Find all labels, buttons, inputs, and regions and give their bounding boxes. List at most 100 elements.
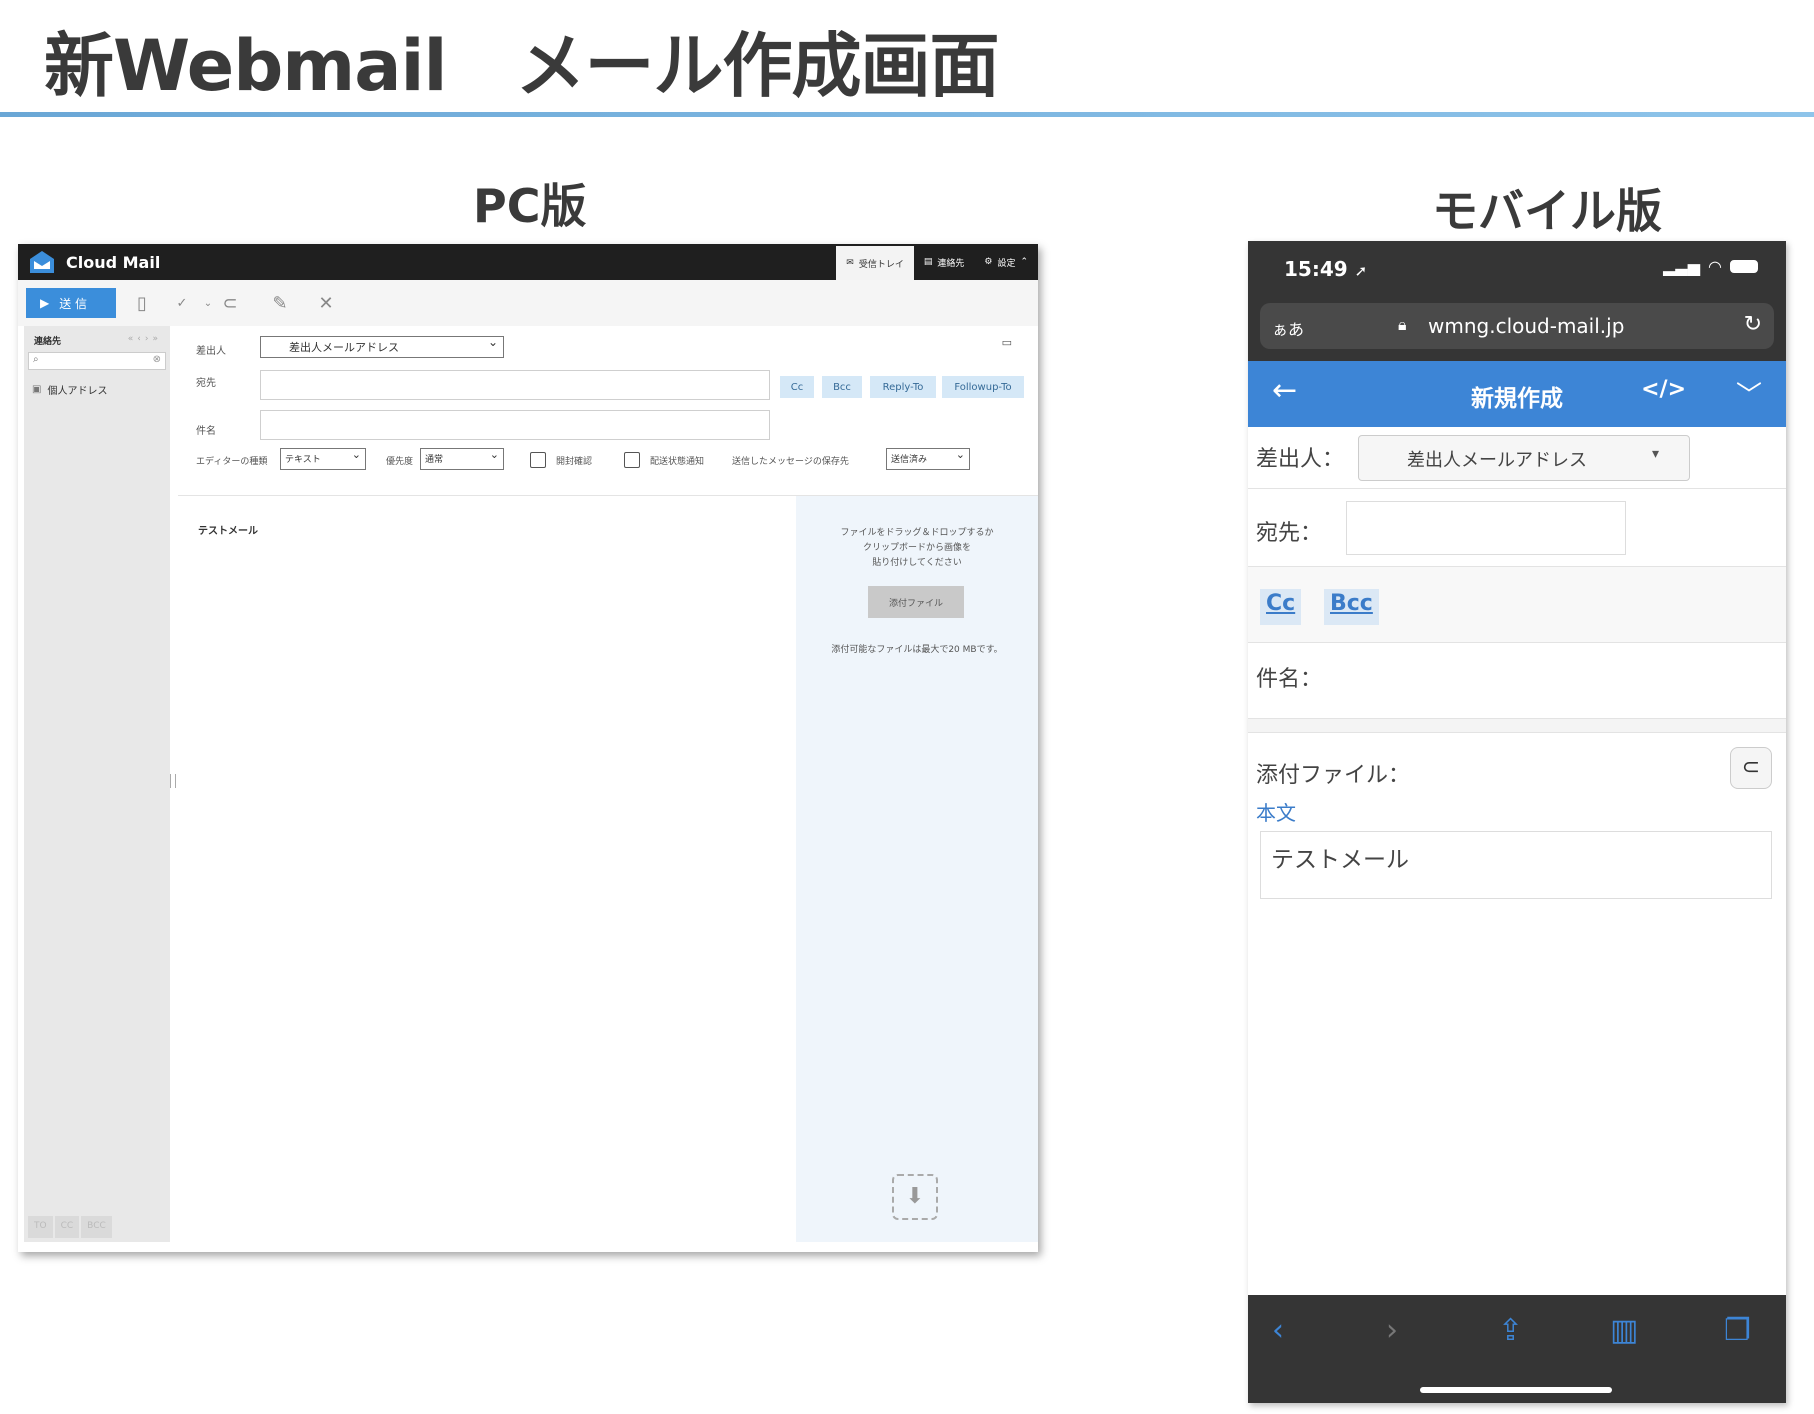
app-title: 新規作成 [1471, 386, 1563, 412]
slide: 新Webmail メール作成画面 PC版 モバイル版 Cloud Mail ✉ … [0, 0, 1814, 1414]
splitter-handle[interactable] [170, 774, 176, 788]
reload-icon[interactable]: ↻ [1744, 312, 1762, 337]
lock-icon: 🔒︎ [1398, 315, 1407, 334]
status-icons: ▂▃▅ ◠ [1663, 257, 1758, 276]
priority-label: 優先度 [386, 457, 414, 467]
body-textarea[interactable]: テストメール [1260, 831, 1772, 899]
gear-icon: ⚙ [984, 257, 993, 267]
address-bar[interactable]: ぁあ 🔒︎ wmng.cloud-mail.jp ↻ [1260, 303, 1774, 349]
send-icon: ▶ [40, 296, 50, 310]
sidebar-item-label: 個人アドレス [47, 386, 108, 397]
to-label: 宛先 [196, 378, 216, 389]
tab-cc[interactable]: CC [54, 1216, 80, 1238]
to-input[interactable] [1346, 501, 1626, 555]
delivery-notice-checkbox[interactable] [624, 452, 640, 468]
search-icon: ⌕ [33, 354, 39, 365]
pc-topbar: Cloud Mail ✉ 受信トレイ ▤ 連絡先 ⚙ 設定 ⌃ [18, 244, 1038, 280]
attach-hint: ファイルをドラッグ＆ドロップするか クリップボードから画像を 貼り付けしてくださ… [796, 526, 1038, 571]
from-select[interactable]: 差出人メールアドレス [260, 335, 504, 358]
bookmarks-icon[interactable]: ▥ [1610, 1313, 1638, 1348]
from-select[interactable]: 差出人メールアドレス [1358, 435, 1690, 481]
cc-button[interactable]: Cc [1260, 589, 1302, 625]
top-tabs: ✉ 受信トレイ ▤ 連絡先 ⚙ 設定 ⌃ [836, 244, 1038, 280]
from-label: 差出人： [1256, 447, 1345, 472]
cc-button[interactable]: Cc [780, 376, 814, 398]
bcc-button[interactable]: Bcc [1324, 589, 1379, 625]
subject-label: 件名 [196, 426, 216, 437]
send-button[interactable]: ▶ 送 信 [26, 288, 116, 318]
mobile-section-label: モバイル版 [1432, 184, 1662, 238]
subject-row[interactable]: 件名： [1248, 643, 1786, 719]
text-size-button[interactable]: ぁあ [1272, 316, 1304, 340]
priority-select[interactable]: 通常 [420, 448, 504, 470]
paperclip-icon[interactable]: ⊂ [1730, 747, 1772, 789]
tab-settings[interactable]: ⚙ 設定 ⌃ [974, 244, 1038, 280]
code-icon[interactable]: </> [1641, 377, 1686, 402]
clear-icon[interactable]: ⊗ [153, 354, 161, 365]
chevron-up-icon[interactable]: ⌃ [1020, 257, 1028, 267]
download-drop-icon: ⬇ [892, 1174, 938, 1220]
draft-icon[interactable]: ▯ [130, 292, 154, 316]
recipient-type-tabs: TO CC BCC [24, 1212, 170, 1242]
close-icon[interactable]: ✕ [314, 292, 338, 316]
contact-search-input[interactable]: ⌕ ⊗ [28, 352, 166, 370]
subject-input[interactable] [260, 410, 770, 440]
pc-section-label: PC版 [473, 179, 587, 233]
editor-type-label: エディターの種類 [196, 457, 268, 467]
attachment-row: 添付ファイル： ⊂ [1248, 733, 1786, 797]
tab-bcc[interactable]: BCC [81, 1216, 112, 1238]
compose-header-form: 差出人 差出人メールアドレス ▭ 宛先 Cc Bcc Reply-To Foll… [178, 326, 1038, 496]
tabs-icon[interactable]: ❐ [1724, 1313, 1751, 1348]
read-receipt-checkbox[interactable] [530, 452, 546, 468]
sidebar-pager[interactable]: «‹›» [128, 334, 162, 344]
cloud-mail-logo-icon [30, 251, 54, 273]
spellcheck-icon[interactable]: ✓ [170, 292, 194, 316]
signature-icon[interactable]: ✎ [268, 292, 292, 316]
browser-urlbar-area: ぁあ 🔒︎ wmng.cloud-mail.jp ↻ [1248, 297, 1786, 361]
from-label: 差出人 [196, 346, 226, 357]
attach-limit-text: 添付可能なファイルは最大で20 MBです。 [831, 645, 1003, 655]
share-icon[interactable]: ⇪ [1498, 1313, 1523, 1348]
home-indicator [1420, 1387, 1612, 1393]
url-text: wmng.cloud-mail.jp [1428, 314, 1625, 338]
chevron-down-icon[interactable]: ⌄ [196, 292, 220, 316]
status-time-text: 15:49 [1284, 257, 1348, 281]
title-rule [0, 112, 1814, 117]
tab-contacts-label: 連絡先 [937, 258, 965, 269]
editor-type-select[interactable]: テキスト [280, 448, 366, 470]
chevron-down-icon[interactable]: ﹀ [1736, 375, 1762, 412]
tab-to[interactable]: TO [28, 1216, 53, 1238]
divider [1248, 719, 1786, 733]
reply-to-button[interactable]: Reply-To [870, 376, 936, 398]
attach-hint-line: クリップボードから画像を [862, 543, 971, 553]
save-folder-select[interactable]: 送信済み [886, 448, 970, 470]
tab-contacts[interactable]: ▤ 連絡先 [914, 244, 975, 280]
tab-inbox-label: 受信トレイ [858, 259, 904, 270]
attachment-drop-pane[interactable]: ファイルをドラッグ＆ドロップするか クリップボードから画像を 貼り付けしてくださ… [796, 496, 1038, 1242]
bcc-button[interactable]: Bcc [822, 376, 862, 398]
message-body-editor[interactable]: テストメール [178, 496, 796, 1242]
attach-file-button[interactable]: 添付ファイル [868, 586, 964, 618]
tab-inbox[interactable]: ✉ 受信トレイ [836, 244, 914, 280]
read-receipt-label: 開封確認 [556, 457, 593, 467]
paperclip-icon[interactable]: ⊂ [218, 292, 242, 316]
subject-label: 件名： [1256, 667, 1323, 692]
tab-settings-label: 設定 [997, 258, 1016, 269]
wifi-icon: ◠ [1708, 257, 1722, 276]
battery-icon [1730, 260, 1758, 273]
back-icon[interactable]: ‹ [1272, 1313, 1284, 1348]
browser-bottom-bar: ‹ › ⇪ ▥ ❐ [1248, 1295, 1786, 1403]
app-name: Cloud Mail [66, 253, 161, 272]
followup-to-button[interactable]: Followup-To [942, 376, 1024, 398]
contacts-icon: ▤ [923, 257, 933, 267]
message-body-text: テストメール [198, 526, 258, 537]
pc-screenshot: Cloud Mail ✉ 受信トレイ ▤ 連絡先 ⚙ 設定 ⌃ ▶ 送 信 ▯ … [18, 244, 1038, 1252]
forward-icon[interactable]: › [1386, 1313, 1398, 1348]
sidebar-item-personal-address[interactable]: ▣ 個人アドレス [32, 382, 107, 397]
body-label: 本文 [1256, 801, 1296, 825]
cc-bcc-row: Cc Bcc [1248, 567, 1786, 643]
collapse-icon[interactable]: ▭ [1002, 336, 1012, 349]
to-input[interactable] [260, 370, 770, 400]
attach-hint-line: ファイルをドラッグ＆ドロップするか [840, 528, 994, 538]
attach-label: 添付ファイル： [1256, 763, 1411, 788]
